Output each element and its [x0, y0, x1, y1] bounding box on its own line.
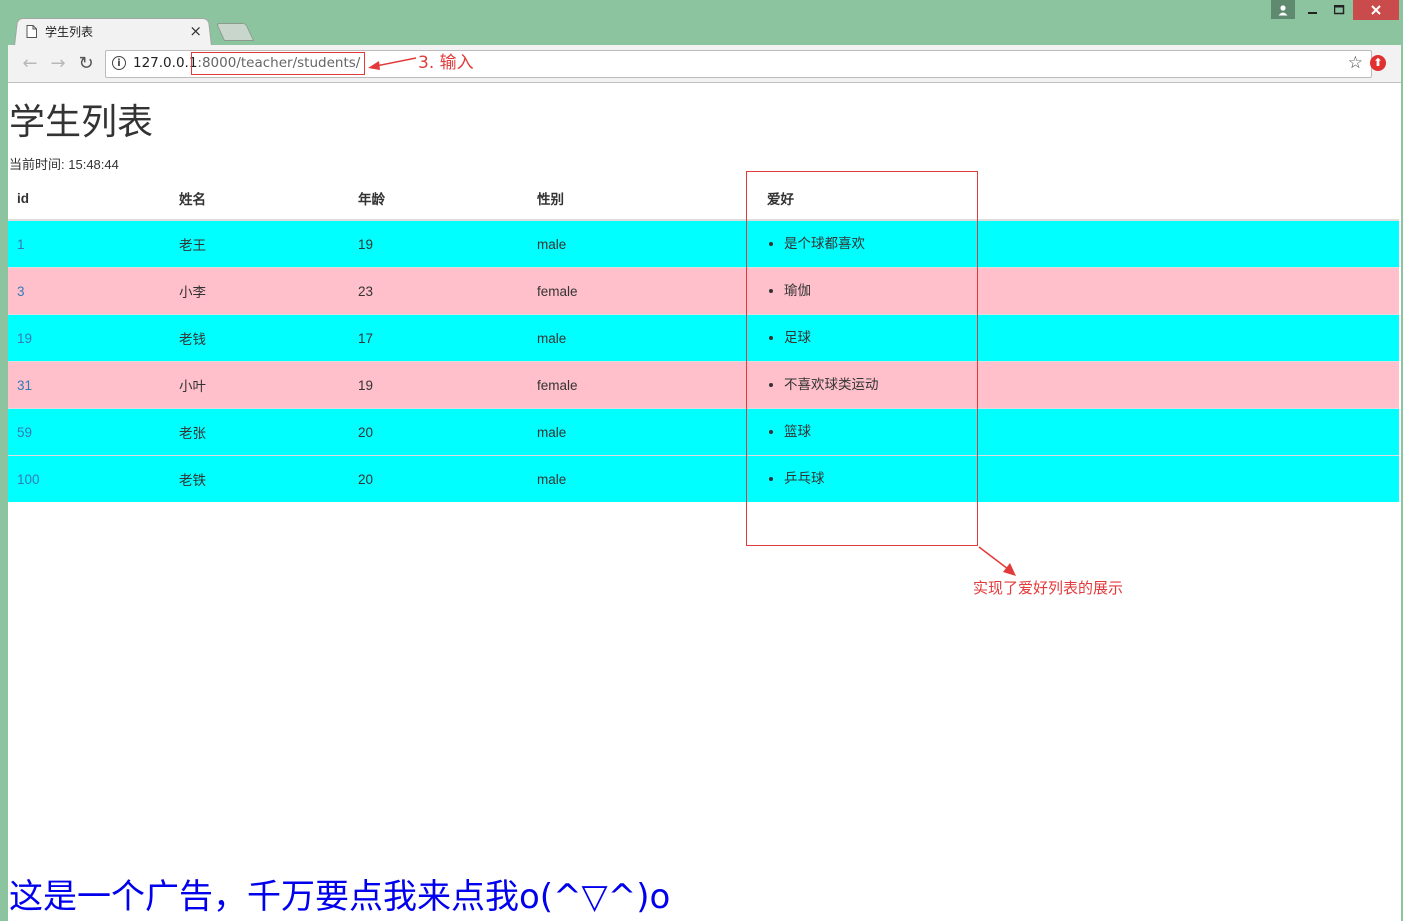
- forward-arrow-icon[interactable]: →: [46, 52, 70, 74]
- student-age: 20: [349, 455, 528, 502]
- url-host: 127.0.0.1: [133, 55, 198, 71]
- student-age: 20: [349, 408, 528, 456]
- page-viewport: 学生列表 当前时间: 15:48:44 id 姓名 年龄 性别 爱好 1 老王 …: [8, 83, 1401, 921]
- student-age: 19: [349, 219, 528, 268]
- student-id-link[interactable]: 3: [8, 267, 170, 315]
- header-age: 年龄: [349, 177, 528, 221]
- tab-title: 学生列表: [45, 24, 94, 39]
- page-icon: [26, 24, 37, 38]
- table-header-row: id 姓名 年龄 性别 爱好: [8, 177, 1399, 221]
- student-name: 老铁: [170, 455, 349, 502]
- table-row: 19 老钱 17 male 足球: [8, 314, 1399, 362]
- current-time: 当前时间: 15:48:44: [9, 157, 119, 172]
- close-window-button[interactable]: [1353, 0, 1399, 20]
- student-id-link[interactable]: 59: [8, 408, 170, 456]
- back-arrow-icon[interactable]: ←: [18, 52, 42, 74]
- annotation-url-box: [191, 52, 365, 75]
- active-tab-content[interactable]: 学生列表 ×: [26, 17, 206, 45]
- annotation-hobby-column-box: [746, 171, 978, 546]
- student-id-link[interactable]: 100: [8, 455, 170, 502]
- table-row: 3 小李 23 female 瑜伽: [8, 267, 1399, 315]
- ad-link[interactable]: 这是一个广告，千万要点我来点我o(^▽^)o: [9, 869, 670, 918]
- student-gender: male: [528, 455, 735, 502]
- student-age: 23: [349, 267, 528, 315]
- extension-icon[interactable]: ⬆: [1370, 55, 1386, 71]
- reload-icon[interactable]: ↻: [74, 52, 98, 74]
- student-name: 老王: [170, 219, 349, 268]
- table-row: 100 老铁 20 male 乒乓球: [8, 455, 1399, 502]
- tab-strip: 学生列表 ×: [8, 17, 408, 46]
- student-name: 老钱: [170, 314, 349, 362]
- student-age: 19: [349, 361, 528, 409]
- annotation-url-note: 3. 输入: [418, 53, 474, 73]
- student-age: 17: [349, 314, 528, 362]
- table-row: 59 老张 20 male 篮球: [8, 408, 1399, 456]
- student-id-link[interactable]: 31: [8, 361, 170, 409]
- window-controls: [1271, 0, 1399, 20]
- student-gender: male: [528, 408, 735, 456]
- header-id: id: [8, 177, 170, 221]
- annotation-hobby-note: 实现了爱好列表的展示: [973, 579, 1124, 597]
- maximize-button[interactable]: [1326, 0, 1353, 20]
- student-gender: male: [528, 219, 735, 268]
- bookmark-star-icon[interactable]: ☆: [1348, 53, 1363, 73]
- site-info-icon[interactable]: i: [112, 56, 126, 70]
- student-name: 小叶: [170, 361, 349, 409]
- new-tab-button[interactable]: [215, 23, 255, 41]
- student-gender: male: [528, 314, 735, 362]
- table-row: 31 小叶 19 female 不喜欢球类运动: [8, 361, 1399, 409]
- user-profile-icon[interactable]: [1271, 0, 1295, 19]
- header-name: 姓名: [170, 177, 349, 221]
- minimize-button[interactable]: [1299, 0, 1326, 20]
- tab-close-icon[interactable]: ×: [189, 22, 202, 40]
- current-time-value: 15:48:44: [68, 157, 119, 172]
- students-table: id 姓名 年龄 性别 爱好 1 老王 19 male 是个球都喜欢 3 小李 …: [8, 177, 1399, 502]
- student-name: 小李: [170, 267, 349, 315]
- table-row: 1 老王 19 male 是个球都喜欢: [8, 219, 1399, 268]
- page-title: 学生列表: [9, 102, 154, 143]
- student-id-link[interactable]: 1: [8, 219, 170, 268]
- student-name: 老张: [170, 408, 349, 456]
- current-time-label: 当前时间: [9, 157, 62, 172]
- student-gender: female: [528, 361, 735, 409]
- student-id-link[interactable]: 19: [8, 314, 170, 362]
- header-gender: 性别: [528, 177, 735, 221]
- student-gender: female: [528, 267, 735, 315]
